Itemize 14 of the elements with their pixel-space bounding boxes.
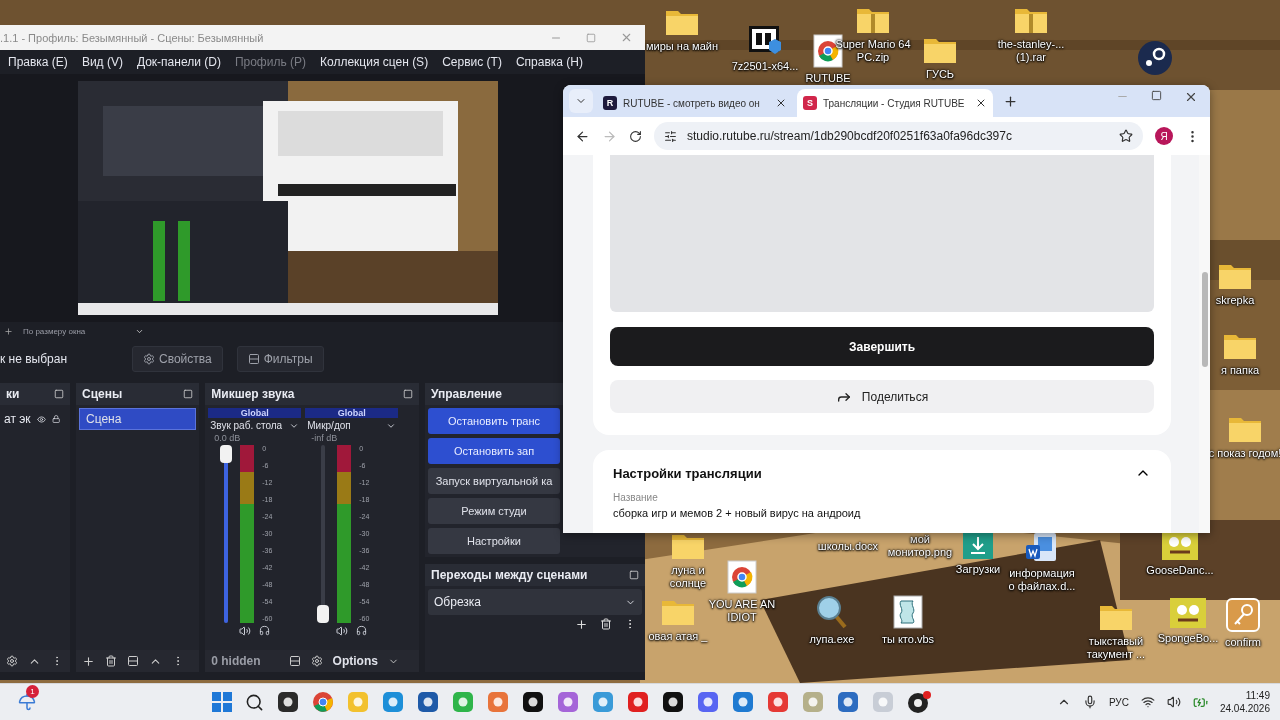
language-indicator[interactable]: РУС	[1108, 696, 1129, 708]
search-icon[interactable]	[245, 692, 264, 712]
mic-icon[interactable]	[1082, 695, 1097, 709]
start-icon[interactable]	[212, 692, 232, 712]
notification-badge: 1	[26, 685, 39, 698]
app-icon[interactable]	[522, 691, 544, 713]
app-icon[interactable]	[907, 691, 931, 713]
app-icon[interactable]	[662, 691, 684, 713]
clock[interactable]: 11:49 24.04.2026	[1219, 689, 1270, 715]
wifi-icon[interactable]	[1140, 695, 1155, 709]
umbrella-icon[interactable]	[18, 693, 36, 711]
browser-icon[interactable]	[312, 691, 334, 713]
app-icon[interactable]	[277, 691, 299, 713]
volume-icon[interactable]	[1166, 695, 1181, 709]
